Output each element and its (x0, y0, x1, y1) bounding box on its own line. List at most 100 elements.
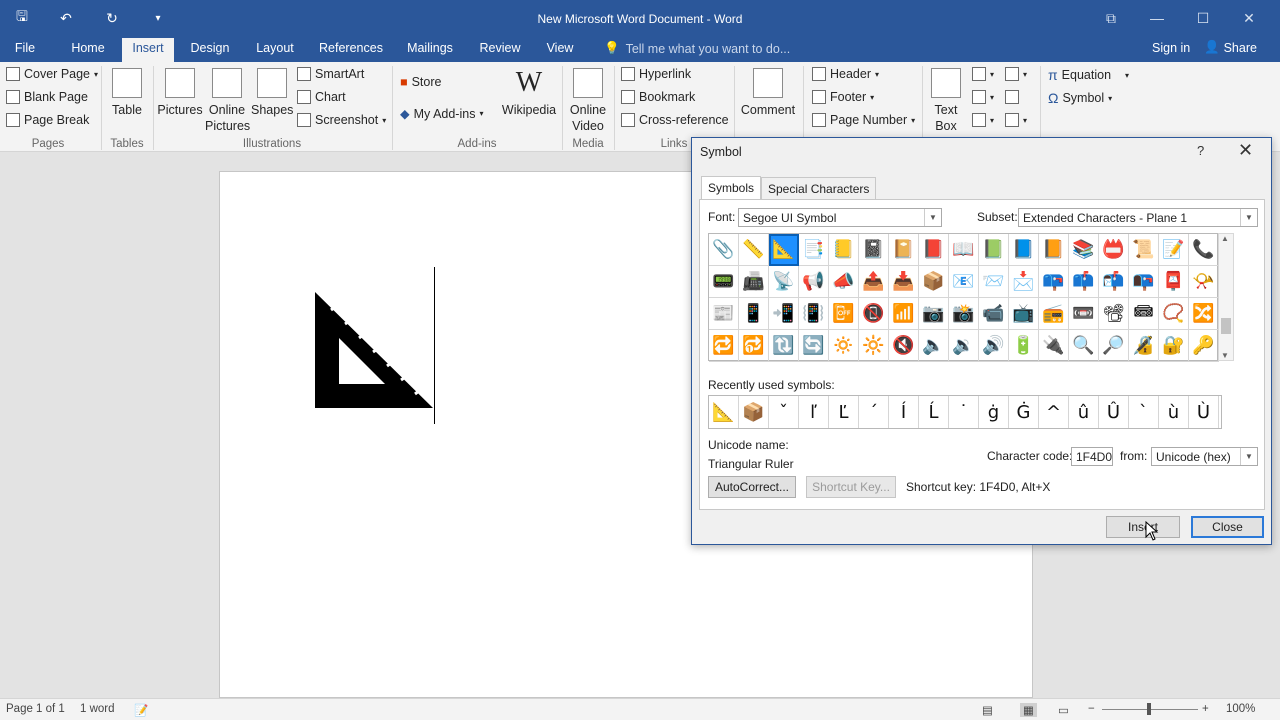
symbol-cell[interactable]: 🔎 (1099, 330, 1129, 362)
scrollbar-thumb[interactable] (1221, 318, 1231, 334)
symbol-cell[interactable]: 📱 (739, 298, 769, 330)
print-layout-icon[interactable]: ▦ (1020, 703, 1037, 717)
word-count[interactable]: 1 word (80, 703, 115, 715)
symbol-cell[interactable]: 📨 (979, 266, 1009, 298)
symbol-cell[interactable]: 📴 (829, 298, 859, 330)
tab-file[interactable]: File (0, 38, 50, 62)
symbol-cell[interactable]: 🔂 (739, 330, 769, 362)
tab-layout[interactable]: Layout (248, 38, 302, 62)
symbol-cell[interactable]: 📡 (769, 266, 799, 298)
recent-symbols[interactable]: 📐 📦 ˇ ľ Ľ ´ Í Ĺ ˙ ġ Ġ ^ û Û ` ù Ù (708, 395, 1222, 429)
shortcut-key-button[interactable]: Shortcut Key... (806, 476, 896, 498)
tab-home[interactable]: Home (62, 38, 114, 62)
symbol-cell[interactable]: 📵 (859, 298, 889, 330)
symbol-cell[interactable]: 🔄 (799, 330, 829, 362)
recent-symbol-cell[interactable]: û (1069, 396, 1099, 428)
symbol-cell[interactable]: 🔋 (1009, 330, 1039, 362)
symbol-cell[interactable]: 📒 (829, 234, 859, 266)
equation-button[interactable]: π Equation ▾ (1048, 67, 1129, 83)
drop-cap-button[interactable]: ▾ (972, 113, 994, 127)
recent-symbol-cell[interactable]: ´ (859, 396, 889, 428)
tab-mailings[interactable]: Mailings (400, 38, 460, 62)
object-button[interactable]: ▾ (1005, 113, 1027, 127)
close-window-button[interactable]: ✕ (1234, 6, 1264, 30)
symbol-cell[interactable]: 📗 (979, 234, 1009, 266)
symbol-cell[interactable]: 🔑 (1189, 330, 1219, 362)
close-button[interactable]: Close (1191, 516, 1264, 538)
symbol-cell[interactable]: 📔 (889, 234, 919, 266)
share-button[interactable]: 👤 Share (1204, 40, 1257, 55)
recent-symbol-cell[interactable]: Ù (1189, 396, 1219, 428)
symbol-cell[interactable]: 🔁 (709, 330, 739, 362)
chart-button[interactable]: Chart (297, 90, 346, 104)
symbol-cell[interactable]: 📣 (829, 266, 859, 298)
symbol-cell[interactable]: 📝 (1159, 234, 1189, 266)
tab-design[interactable]: Design (182, 38, 238, 62)
symbol-cell[interactable]: 📕 (919, 234, 949, 266)
tab-view[interactable]: View (538, 38, 582, 62)
insert-button[interactable]: Insert (1106, 516, 1180, 538)
symbol-cell[interactable]: 🔌 (1039, 330, 1069, 362)
symbol-cell[interactable]: 📲 (769, 298, 799, 330)
symbol-cell[interactable]: 📫 (1069, 266, 1099, 298)
symbol-cell[interactable]: 📿 (1159, 298, 1189, 330)
symbol-cell[interactable]: 📚 (1069, 234, 1099, 266)
symbol-cell[interactable]: 📮 (1159, 266, 1189, 298)
blank-page-button[interactable]: Blank Page (6, 90, 88, 104)
symbol-cell[interactable]: 📼 (1069, 298, 1099, 330)
symbol-cell[interactable]: 📷 (919, 298, 949, 330)
symbol-cell[interactable]: 📙 (1039, 234, 1069, 266)
tab-symbols[interactable]: Symbols (701, 176, 762, 200)
maximize-button[interactable]: ☐ (1188, 6, 1218, 30)
symbol-cell[interactable]: 🔍 (1069, 330, 1099, 362)
page-count[interactable]: Page 1 of 1 (6, 703, 65, 715)
symbol-cell[interactable]: 🔅 (829, 330, 859, 362)
symbol-cell[interactable]: 📢 (799, 266, 829, 298)
pictures-button[interactable]: Pictures (157, 68, 203, 118)
symbol-cell[interactable]: 📜 (1129, 234, 1159, 266)
online-video-button[interactable]: Online Video (566, 68, 610, 134)
tab-insert[interactable]: Insert (122, 38, 174, 62)
symbol-cell[interactable]: 📳 (799, 298, 829, 330)
symbol-cell[interactable]: 📺 (1009, 298, 1039, 330)
autocorrect-button[interactable]: AutoCorrect... (708, 476, 796, 498)
symbol-cell[interactable]: 📏 (739, 234, 769, 266)
symbol-grid-scrollbar[interactable]: ▲ ▼ (1218, 233, 1234, 361)
recent-symbol-cell[interactable]: ` (1129, 396, 1159, 428)
symbol-cell[interactable]: 📠 (739, 266, 769, 298)
symbol-cell[interactable]: 📖 (949, 234, 979, 266)
header-button[interactable]: Header ▾ (812, 67, 879, 81)
from-select[interactable]: Unicode (hex) ▼ (1151, 447, 1258, 466)
read-mode-icon[interactable]: ▤ (982, 703, 993, 717)
recent-symbol-cell[interactable]: Û (1099, 396, 1129, 428)
page-break-button[interactable]: Page Break (6, 113, 89, 127)
quick-parts-button[interactable]: ▾ (972, 67, 994, 81)
symbol-cell[interactable]: 🔐 (1159, 330, 1189, 362)
my-addins-button[interactable]: ◆ My Add-ins ▾ (400, 106, 483, 122)
comment-button[interactable]: Comment (738, 68, 798, 118)
date-time-button[interactable] (1005, 90, 1019, 104)
symbol-cell[interactable]: 📾 (1129, 298, 1159, 330)
recent-symbol-cell[interactable]: Í (889, 396, 919, 428)
symbol-cell[interactable]: 📟 (709, 266, 739, 298)
cover-page-button[interactable]: Cover Page ▾ (6, 67, 98, 81)
symbol-cell[interactable]: 📓 (859, 234, 889, 266)
wikipedia-button[interactable]: W Wikipedia (500, 68, 558, 118)
cross-reference-button[interactable]: Cross-reference (621, 113, 729, 127)
symbol-cell[interactable]: 📑 (799, 234, 829, 266)
online-pictures-button[interactable]: Online Pictures (205, 68, 250, 134)
symbol-cell[interactable]: 🔆 (859, 330, 889, 362)
recent-symbol-cell[interactable]: Ġ (1009, 396, 1039, 428)
symbol-cell[interactable]: 🔃 (769, 330, 799, 362)
recent-symbol-cell[interactable]: ^ (1039, 396, 1069, 428)
signature-line-button[interactable]: ▾ (1005, 67, 1027, 81)
symbol-cell[interactable]: 📯 (1189, 266, 1219, 298)
recent-symbol-cell[interactable]: Ľ (829, 396, 859, 428)
smartart-button[interactable]: SmartArt (297, 67, 364, 81)
tab-review[interactable]: Review (472, 38, 528, 62)
screenshot-button[interactable]: Screenshot ▾ (297, 113, 386, 127)
zoom-slider-thumb[interactable] (1147, 703, 1151, 715)
minimize-button[interactable]: — (1142, 6, 1172, 30)
help-button[interactable]: ? (1197, 143, 1204, 158)
bookmark-button[interactable]: Bookmark (621, 90, 695, 104)
